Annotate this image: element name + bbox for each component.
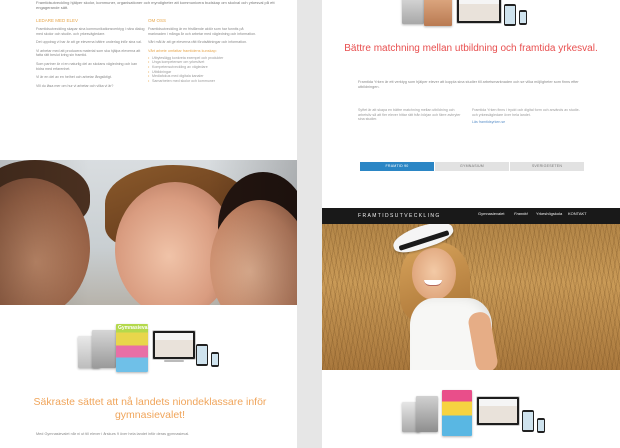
- column-heading: LEDARE MED ELEV: [36, 18, 79, 23]
- right-page-preview: Bättre matchning mellan utbildning och f…: [322, 0, 620, 448]
- column-text: Syftet är att skapa en bättre matchning …: [358, 108, 461, 122]
- column-subheading: Vårt arbete omfattar framtidens kunskap:: [148, 48, 217, 53]
- tab-framtid[interactable]: Framtid 90: [360, 162, 434, 171]
- column-paragraph: Framtidsutveckling skapar sina kommunika…: [36, 27, 145, 36]
- phone: [211, 352, 219, 367]
- magazine: [92, 330, 116, 368]
- column-heading: OM OSS: [148, 18, 167, 23]
- column-text: Framtida Yrken finns i tryckt och digita…: [472, 108, 580, 117]
- tablet: [504, 4, 516, 26]
- read-more-link[interactable]: Läs framtidsyrken.se: [472, 120, 580, 125]
- tablet: [522, 410, 534, 432]
- tablet: [196, 344, 208, 366]
- list-item: Samarbeten med skolor och kommuner: [148, 79, 258, 84]
- service-list: Utbyteslägg konkreta exempel och produkt…: [148, 56, 258, 84]
- brand-logo-text[interactable]: FRAMTIDSUTVECKLING: [358, 213, 441, 219]
- right-page-intro: Framtida Yrken är ett verktyg som hjälpe…: [358, 80, 579, 89]
- tab-bar: Framtid 90 Gymnasium Sverigeseten: [360, 162, 584, 171]
- left-column-1: LEDARE MED ELEV Framtidsutveckling skapa…: [36, 18, 146, 92]
- column-paragraph: Som partner är vi en naturlig del av sko…: [36, 61, 138, 71]
- left-page-headline: Säkraste sättet att nå landets niondekla…: [33, 396, 267, 421]
- nav-item-yrkeshogskola[interactable]: Yrkeshögskola: [536, 212, 562, 216]
- nav-item-kontakt[interactable]: KONTAKT: [568, 212, 587, 216]
- magazine-title: Gymnasievalet: [118, 325, 154, 331]
- left-page-intro: Framtidsutveckling hjälper skolor, kommu…: [36, 0, 275, 10]
- right-column-1: Syftet är att skapa en bättre matchning …: [358, 108, 466, 122]
- left-page-body: Med Gymnasievalet når ni ut till elever …: [36, 432, 190, 436]
- nav-item-framtid[interactable]: Framtid: [514, 212, 528, 216]
- phone: [519, 10, 527, 25]
- hero-photo-girl-in-field: [322, 224, 620, 370]
- monitor: [456, 0, 502, 24]
- tab-sverigeseten[interactable]: Sverigeseten: [510, 162, 584, 171]
- page-divider: [297, 0, 322, 448]
- column-paragraph: Vårt mål är att ge eleverna rätt förutsä…: [148, 40, 248, 45]
- column-paragraph: Det uppdrag vi har är att ge eleverna bä…: [36, 40, 142, 45]
- nav-item-gymnasievalet[interactable]: Gymnasievalet: [478, 212, 504, 216]
- column-paragraph: Vill du läsa mer om hur vi arbetar och v…: [36, 83, 114, 88]
- site-navbar: FRAMTIDSUTVECKLING Gymnasievalet Framtid…: [322, 208, 620, 224]
- monitor: [476, 396, 520, 426]
- left-page-preview: Framtidsutveckling hjälper skolor, kommu…: [0, 0, 297, 448]
- left-column-2: OM OSS Framtidsutveckling är en friståen…: [148, 18, 258, 87]
- magazine: [416, 396, 438, 432]
- yrkeshogskola-product-image: [402, 388, 552, 446]
- framtida-yrken-product-image: [402, 0, 542, 32]
- magazine-cover: [424, 0, 452, 26]
- right-page-headline: Bättre matchning mellan utbildning och f…: [344, 43, 598, 54]
- column-paragraph: Framtidsutveckling är en fristående aktö…: [148, 27, 257, 36]
- students-photo: [0, 160, 297, 305]
- column-paragraph: Vi arbetar med att producera material so…: [36, 48, 141, 58]
- magazine-cover: [442, 390, 472, 436]
- left-page-text-section: Framtidsutveckling hjälper skolor, kommu…: [36, 0, 286, 160]
- girl-face: [412, 248, 456, 300]
- magazine-cover: Gymnasievalet: [116, 324, 153, 372]
- right-column-2: Framtida Yrken finns i tryckt och digita…: [472, 108, 580, 125]
- phone: [537, 418, 545, 433]
- gymnasievalet-product-image: Gymnasievalet: [78, 322, 228, 384]
- monitor: [152, 330, 196, 360]
- column-paragraph: Vi är en del av en helhet och arbetar lå…: [36, 75, 112, 80]
- tab-gymnasium[interactable]: Gymnasium: [435, 162, 509, 171]
- magazine: [402, 0, 424, 24]
